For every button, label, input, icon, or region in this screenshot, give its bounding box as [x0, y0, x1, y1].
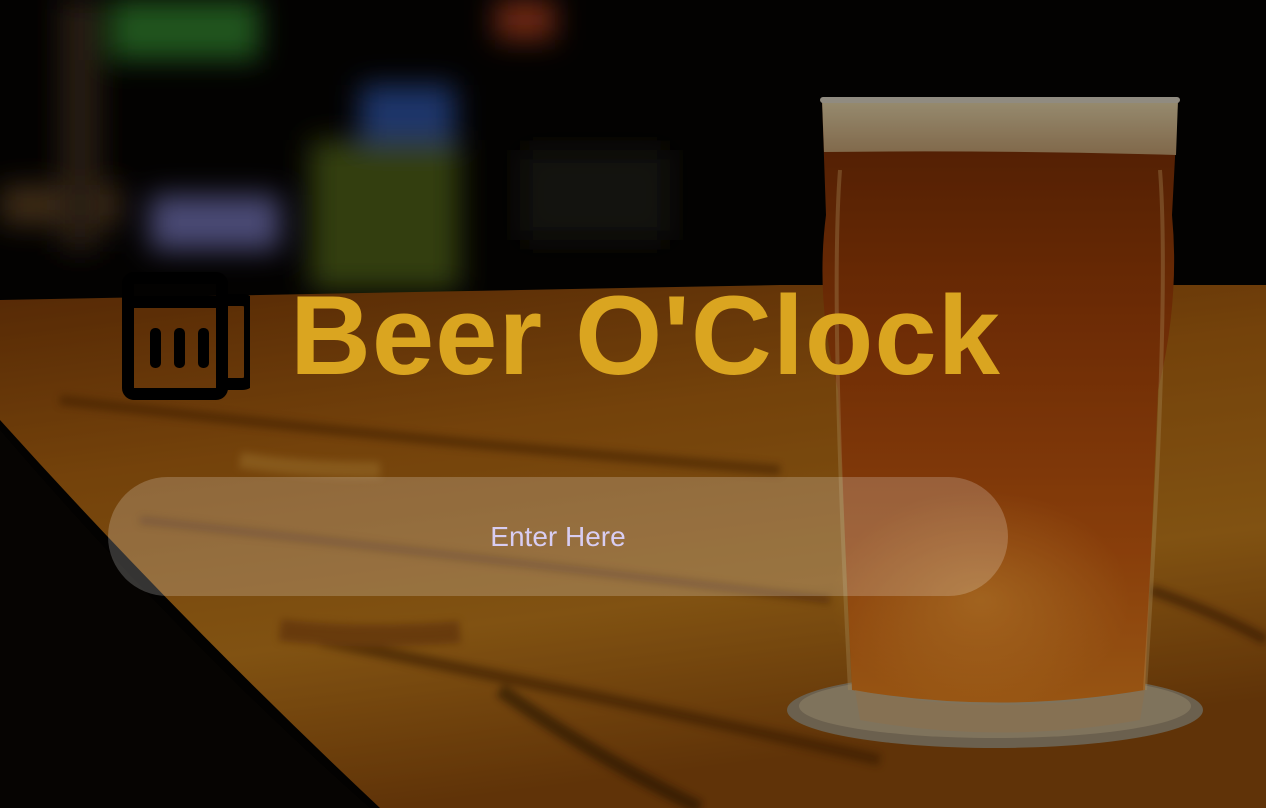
enter-button[interactable]: Enter Here — [108, 477, 1008, 596]
background-photo — [0, 0, 1266, 808]
bar-background-image — [0, 0, 1266, 808]
beer-mug-icon — [122, 272, 250, 400]
hero-header: Beer O'Clock — [122, 272, 1001, 400]
page-title: Beer O'Clock — [290, 273, 1001, 398]
